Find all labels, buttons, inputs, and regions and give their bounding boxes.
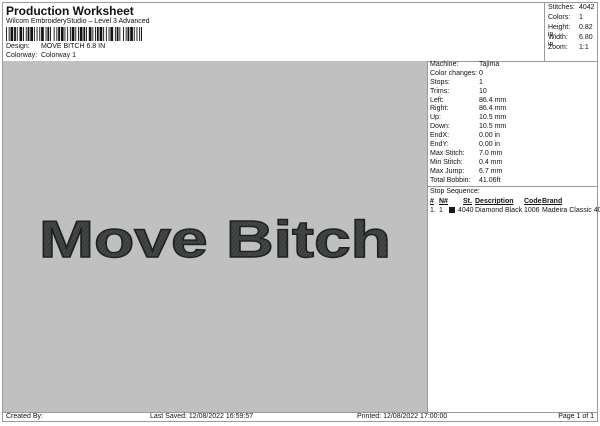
stop-table-header: # N# St. Description Code Brand [428,197,597,206]
colorway-row: Colorway: Colorway 1 [6,52,76,59]
info-min-stitch: Min Stitch: 0.4 mm [430,158,503,166]
table-row: 1. 1 4040 Diamond Black 1006 Madeira Cla… [428,206,600,216]
row-brand: Madeira Classic 40 [542,207,600,214]
barcode [6,27,142,41]
info-endx: EndX: 0.00 in [430,132,501,140]
col-num: # [430,198,434,205]
printed-date: Printed: 12/08/2022 17:00:00 [357,413,448,420]
page-number: Page 1 of 1 [558,413,594,420]
col-brand: Brand [542,198,563,205]
row-n: 1 [439,207,443,214]
design-preview: Move Bitch [3,61,428,412]
col-code: Code [524,198,542,205]
software-subtitle: Wilcom EmbroideryStudio – Level 3 Advanc… [6,18,150,25]
summary-colors: Colors: 1 [548,14,583,21]
production-worksheet: Production Worksheet Wilcom EmbroiderySt… [2,2,600,422]
col-n: N# [439,198,448,205]
page-title: Production Worksheet [6,4,134,18]
info-stops: Stops: 1 [430,78,483,86]
row-num: 1. [430,207,436,214]
stop-sequence-table: # N# St. Description Code Brand 1. 1 404… [428,197,600,216]
info-trims: Trims: 10 [430,87,487,95]
summary-zoom: Zoom: 1:1 [548,44,589,51]
info-color-changes: Color changes: 0 [430,69,483,77]
row-stitches: 4040 [458,207,474,214]
info-right: Right: 86.4 mm [430,105,507,113]
colorway-value: Colorway 1 [40,52,76,59]
info-max-jump: Max Jump: 6.7 mm [430,167,503,175]
design-value: MOVE BITCH 6.8 IN [40,43,106,50]
info-left: Left: 86.4 mm [430,96,507,104]
design-text: Move Bitch [39,211,391,269]
color-swatch [449,206,455,216]
info-max-stitch: Max Stitch: 7.0 mm [430,149,503,157]
info-up: Up: 10.5 mm [430,114,507,122]
design-label: Design: [6,43,30,50]
summary-panel: Stitches: 4042 Colors: 1 Height: 0.82 in Wi… [544,3,598,61]
info-total-bobbin: Total Bobbin: 41.06ft [430,176,501,184]
colorway-label: Colorway: [6,52,38,59]
row-description: Diamond Black [475,207,523,214]
info-down: Down: 10.5 mm [430,123,507,131]
worksheet-footer: Created By: Last Saved: 12/08/2022 16:59… [3,412,597,422]
info-machine: Machine: Tajima [430,61,500,68]
design-row: Design: MOVE BITCH 6.8 IN [6,43,105,50]
last-saved: Last Saved: 12/08/2022 16:59:57 [150,413,254,420]
worksheet-header: Production Worksheet Wilcom EmbroiderySt… [3,3,544,61]
embroidery-design: Move Bitch [38,210,391,269]
info-divider [428,186,597,187]
created-by: Created By: [6,413,43,420]
info-endy: EndY: 0.00 in [430,141,501,149]
stop-sequence-title: Stop Sequence: [430,188,480,195]
row-code: 1006 [524,207,540,214]
summary-stitches: Stitches: 4042 [548,4,595,11]
col-st: St. [463,198,472,205]
col-description: Description [475,198,514,205]
machine-info-panel: Machine: Tajima Color changes: 0 Stops: 1 T… [428,61,597,185]
